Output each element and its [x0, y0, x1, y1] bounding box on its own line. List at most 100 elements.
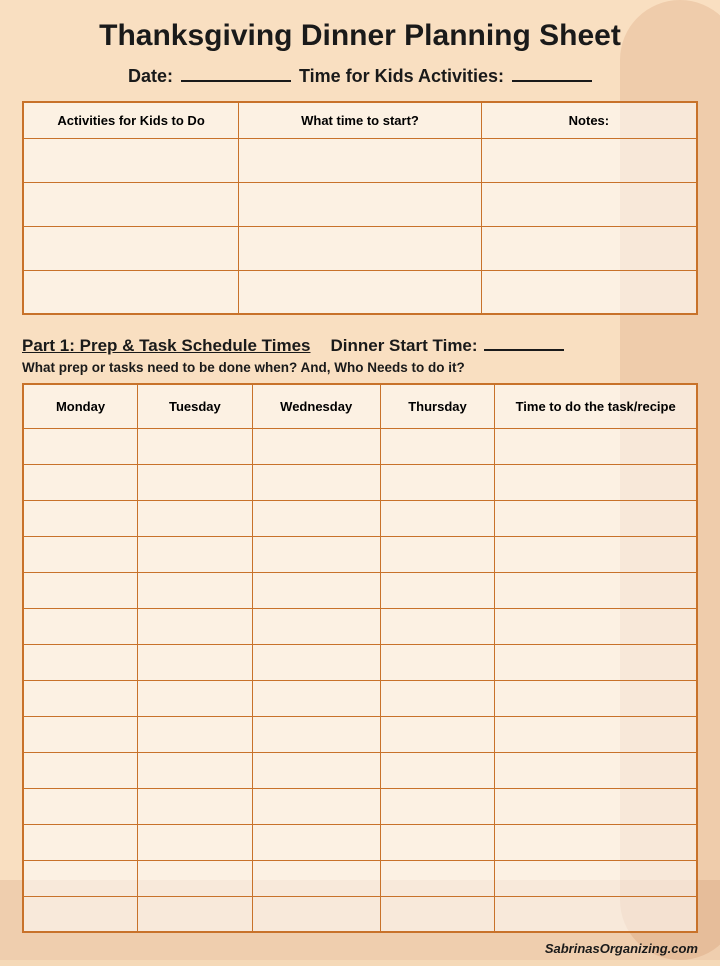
- sched-cell[interactable]: [138, 824, 253, 860]
- table-row: [23, 464, 697, 500]
- table-row: [23, 270, 697, 314]
- sched-cell[interactable]: [23, 536, 138, 572]
- sched-cell[interactable]: [138, 644, 253, 680]
- sched-cell[interactable]: [252, 716, 380, 752]
- sched-cell[interactable]: [23, 644, 138, 680]
- sched-cell[interactable]: [138, 428, 253, 464]
- sched-cell[interactable]: [380, 788, 495, 824]
- sched-cell[interactable]: [23, 824, 138, 860]
- sched-cell[interactable]: [23, 500, 138, 536]
- sched-cell[interactable]: [380, 536, 495, 572]
- notes-cell[interactable]: [481, 270, 697, 314]
- act-cell[interactable]: [23, 182, 239, 226]
- sched-cell[interactable]: [252, 572, 380, 608]
- sched-cell[interactable]: [138, 752, 253, 788]
- sched-cell[interactable]: [23, 788, 138, 824]
- sched-cell[interactable]: [495, 536, 697, 572]
- sched-cell[interactable]: [495, 716, 697, 752]
- sched-cell[interactable]: [380, 824, 495, 860]
- sched-cell[interactable]: [138, 788, 253, 824]
- sched-cell[interactable]: [495, 428, 697, 464]
- sched-cell[interactable]: [495, 464, 697, 500]
- sched-cell[interactable]: [380, 500, 495, 536]
- table-row: [23, 824, 697, 860]
- schedule-header-row: Monday Tuesday Wednesday Thursday Time t…: [23, 384, 697, 428]
- website-credit: SabrinasOrganizing.com: [22, 941, 698, 956]
- activities-table: Activities for Kids to Do What time to s…: [22, 101, 698, 315]
- dinner-start-field[interactable]: [484, 331, 564, 351]
- sched-cell[interactable]: [252, 464, 380, 500]
- time-cell[interactable]: [239, 182, 482, 226]
- sched-cell[interactable]: [138, 464, 253, 500]
- act-cell[interactable]: [23, 138, 239, 182]
- sched-cell[interactable]: [23, 572, 138, 608]
- sched-cell[interactable]: [23, 896, 138, 932]
- time-field[interactable]: [512, 62, 592, 82]
- act-cell[interactable]: [23, 270, 239, 314]
- notes-cell[interactable]: [481, 226, 697, 270]
- sched-cell[interactable]: [495, 896, 697, 932]
- time-cell[interactable]: [239, 270, 482, 314]
- sched-cell[interactable]: [495, 500, 697, 536]
- sched-cell[interactable]: [380, 428, 495, 464]
- act-cell[interactable]: [23, 226, 239, 270]
- activities-col-header: Activities for Kids to Do: [23, 102, 239, 138]
- sched-cell[interactable]: [495, 752, 697, 788]
- sched-cell[interactable]: [252, 500, 380, 536]
- sched-cell[interactable]: [380, 680, 495, 716]
- table-row: [23, 608, 697, 644]
- sched-cell[interactable]: [380, 572, 495, 608]
- page-title: Thanksgiving Dinner Planning Sheet: [22, 18, 698, 54]
- time-cell[interactable]: [239, 138, 482, 182]
- notes-cell[interactable]: [481, 182, 697, 226]
- sched-cell[interactable]: [495, 680, 697, 716]
- sched-cell[interactable]: [495, 644, 697, 680]
- sched-cell[interactable]: [23, 464, 138, 500]
- sched-cell[interactable]: [380, 752, 495, 788]
- table-row: [23, 536, 697, 572]
- sched-cell[interactable]: [380, 716, 495, 752]
- sched-cell[interactable]: [138, 572, 253, 608]
- sched-cell[interactable]: [380, 860, 495, 896]
- sched-cell[interactable]: [252, 428, 380, 464]
- sched-cell[interactable]: [380, 896, 495, 932]
- sched-cell[interactable]: [252, 788, 380, 824]
- sched-cell[interactable]: [138, 680, 253, 716]
- sched-cell[interactable]: [495, 608, 697, 644]
- sched-cell[interactable]: [252, 680, 380, 716]
- sched-cell[interactable]: [252, 860, 380, 896]
- date-field[interactable]: [181, 62, 291, 82]
- sched-cell[interactable]: [23, 680, 138, 716]
- table-row: [23, 226, 697, 270]
- sched-cell[interactable]: [23, 716, 138, 752]
- sched-cell[interactable]: [138, 536, 253, 572]
- sched-cell[interactable]: [495, 572, 697, 608]
- sched-cell[interactable]: [380, 608, 495, 644]
- sched-cell[interactable]: [138, 608, 253, 644]
- sched-cell[interactable]: [252, 752, 380, 788]
- sched-cell[interactable]: [380, 464, 495, 500]
- sched-cell[interactable]: [252, 536, 380, 572]
- sched-cell[interactable]: [23, 608, 138, 644]
- sched-cell[interactable]: [252, 608, 380, 644]
- date-time-row: Date: Time for Kids Activities:: [22, 62, 698, 87]
- sched-cell[interactable]: [138, 716, 253, 752]
- sched-cell[interactable]: [23, 428, 138, 464]
- sched-cell[interactable]: [495, 788, 697, 824]
- sched-cell[interactable]: [138, 500, 253, 536]
- sched-cell[interactable]: [495, 824, 697, 860]
- sched-cell[interactable]: [23, 752, 138, 788]
- sched-cell[interactable]: [138, 896, 253, 932]
- col-tuesday: Tuesday: [138, 384, 253, 428]
- sched-cell[interactable]: [252, 644, 380, 680]
- sched-cell[interactable]: [495, 860, 697, 896]
- sched-cell[interactable]: [138, 860, 253, 896]
- time-cell[interactable]: [239, 226, 482, 270]
- notes-cell[interactable]: [481, 138, 697, 182]
- sched-cell[interactable]: [252, 896, 380, 932]
- sched-cell[interactable]: [23, 860, 138, 896]
- section1-subtitle: What prep or tasks need to be done when?…: [22, 360, 698, 375]
- sched-cell[interactable]: [252, 824, 380, 860]
- sched-cell[interactable]: [380, 644, 495, 680]
- table-row: [23, 428, 697, 464]
